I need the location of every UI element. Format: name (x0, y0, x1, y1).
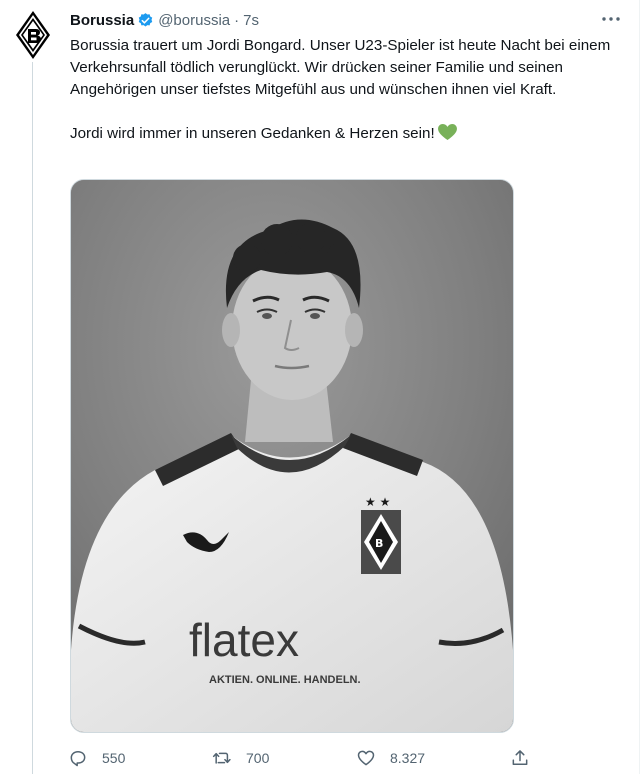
verified-badge-icon (138, 12, 153, 27)
share-button[interactable] (510, 742, 544, 774)
author-name[interactable]: Borussia (70, 12, 134, 29)
thread-line (32, 62, 33, 774)
borussia-logo-icon (16, 11, 50, 59)
tweet-actions: 550 700 8.327 (64, 742, 544, 774)
reply-count: 550 (102, 750, 126, 766)
separator-dot: · (234, 11, 240, 29)
more-options-icon[interactable] (600, 10, 622, 28)
tweet-text: Borussia trauert um Jordi Bongard. Unser… (70, 35, 615, 145)
avatar[interactable] (13, 10, 53, 60)
reply-icon (70, 751, 86, 767)
author-handle[interactable]: @borussia (158, 12, 230, 29)
reply-button[interactable]: 550 (68, 742, 125, 774)
jersey-sponsor: flatex (189, 614, 299, 666)
retweet-button[interactable]: 700 (212, 742, 269, 774)
timestamp[interactable]: 7s (243, 12, 259, 29)
retweet-count: 700 (246, 750, 270, 766)
svg-text:B: B (375, 537, 383, 550)
retweet-icon (212, 752, 231, 764)
tweet[interactable]: Borussia @borussia · 7s Borussia trauert… (0, 0, 640, 774)
jersey-slogan: AKTIEN. ONLINE. HANDELN. (209, 674, 361, 686)
like-button[interactable]: 8.327 (356, 742, 425, 774)
svg-text:★ ★: ★ ★ (365, 495, 390, 509)
green-heart-emoji-icon (437, 124, 457, 141)
tweet-paragraph: Borussia trauert um Jordi Bongard. Unser… (70, 37, 611, 98)
like-icon (357, 750, 375, 766)
tweet-paragraph-closing: Jordi wird immer in unseren Gedanken & H… (70, 123, 615, 145)
share-icon (512, 750, 528, 765)
tweet-header: Borussia @borussia · 7s (70, 10, 259, 30)
tweet-photo[interactable]: ★ ★ B flatex AKTIEN. ONLINE. HANDELN. (70, 179, 514, 733)
like-count: 8.327 (390, 750, 426, 766)
tweet-closing-text: Jordi wird immer in unseren Gedanken & H… (70, 125, 435, 142)
